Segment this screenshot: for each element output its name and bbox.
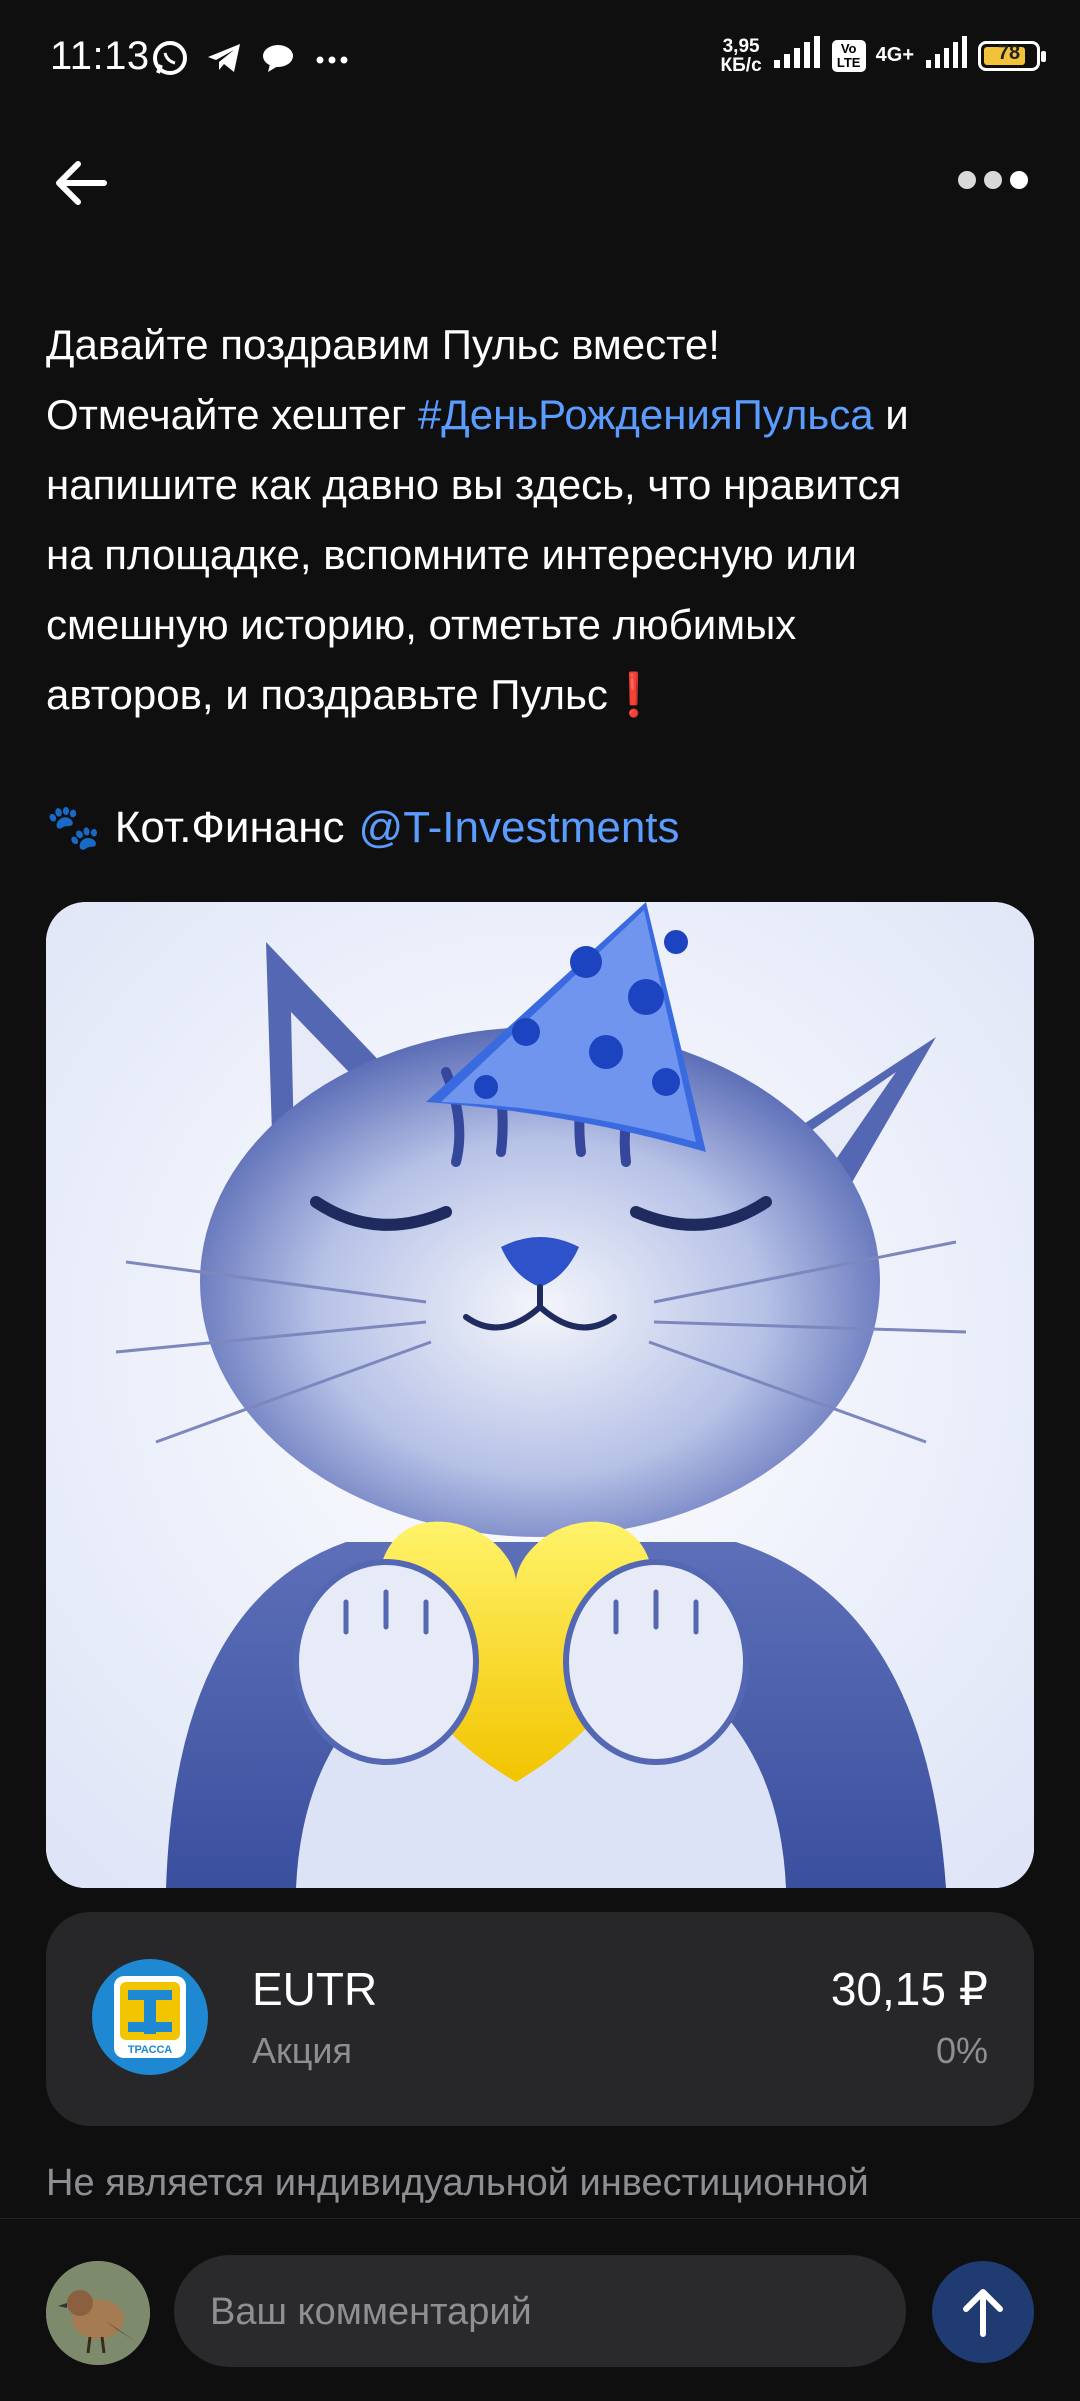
stock-logo: ТРАССА (92, 1959, 208, 2075)
comment-field-container (174, 2255, 906, 2369)
dot-icon (1010, 171, 1028, 189)
post-line-text: авторов, и поздравьте Пульс (46, 671, 608, 718)
telegram-icon (204, 38, 244, 78)
trassa-logo-icon: ТРАССА (114, 1976, 186, 2058)
post-line: смешную историю, отметьте любимых (46, 601, 797, 648)
whatsapp-icon (150, 38, 190, 78)
comment-bar (0, 2218, 1080, 2401)
network-speed-value: 3,95 (722, 35, 760, 57)
post-line-text: и (873, 391, 909, 438)
post-line: на площадке, вспомните интересную или (46, 531, 857, 578)
post-line-text: Отмечайте хештег (46, 391, 418, 438)
mention-link[interactable]: @T-Investments (359, 798, 680, 858)
network-speed: 3,95 КБ/с (721, 37, 762, 75)
exclamation-icon: ❗ (607, 671, 661, 718)
stock-price: 30,15 ₽ (830, 1963, 988, 2015)
post-line: Отмечайте хештег #ДеньРожденияПульса и (46, 380, 1046, 450)
network-speed-unit: КБ/с (720, 54, 762, 76)
volte-icon: Vo LTE (831, 39, 866, 72)
paw-icon: 🐾 (46, 803, 101, 852)
avatar[interactable] (46, 2261, 150, 2365)
disclaimer-text: Не является индивидуальной инвестиционно… (46, 2162, 869, 2204)
post-image[interactable] (46, 902, 1034, 1888)
stock-ticker: EUTR (252, 1963, 378, 2015)
stock-type: Акция (252, 2030, 352, 2071)
hashtag-link[interactable]: #ДеньРожденияПульса (418, 391, 874, 438)
stock-card[interactable]: ТРАССА EUTR Акция 30,15 ₽ 0% (46, 1912, 1034, 2126)
send-button[interactable] (932, 2261, 1034, 2363)
more-dots-icon (312, 38, 352, 78)
signal-icon-2 (924, 36, 968, 75)
more-options-button[interactable] (958, 160, 1032, 200)
dot-icon (958, 171, 976, 189)
post-line: авторов, и поздравьте Пульс❗ (46, 660, 1046, 730)
back-button[interactable] (46, 148, 116, 218)
network-type: 4G+ (875, 44, 914, 66)
post-line: Давайте поздравим Пульс вместе! (46, 321, 720, 368)
notification-icons (150, 38, 352, 78)
arrow-up-icon (963, 2289, 1003, 2337)
chat-bubble-icon (258, 38, 298, 78)
stock-change: 0% (935, 2030, 988, 2071)
cat-illustration (46, 902, 1034, 1888)
author-line: 🐾 Кот.Финанс @T-Investments (46, 798, 680, 858)
arrow-left-icon (56, 161, 107, 205)
battery-level: 78 (997, 41, 1021, 64)
dot-icon (984, 171, 1002, 189)
author-name: Кот.Финанс (114, 803, 345, 852)
status-indicators: 3,95 КБ/с Vo LTE 4G+ 78 (721, 36, 1046, 75)
battery-icon: 78 (978, 40, 1046, 71)
post-line: напишите как давно вы здесь, что нравитс… (46, 461, 902, 508)
bird-avatar-icon (46, 2261, 150, 2365)
post-text: Давайте поздравим Пульс вместе! Отмечайт… (46, 310, 1046, 730)
comment-input[interactable] (208, 2255, 872, 2369)
signal-icon (772, 36, 822, 75)
stock-logo-text: ТРАССА (128, 2044, 172, 2056)
status-bar: 11:13 3,95 КБ/с Vo LTE 4G+ 78 (0, 0, 1080, 120)
status-time: 11:13 (50, 34, 150, 78)
